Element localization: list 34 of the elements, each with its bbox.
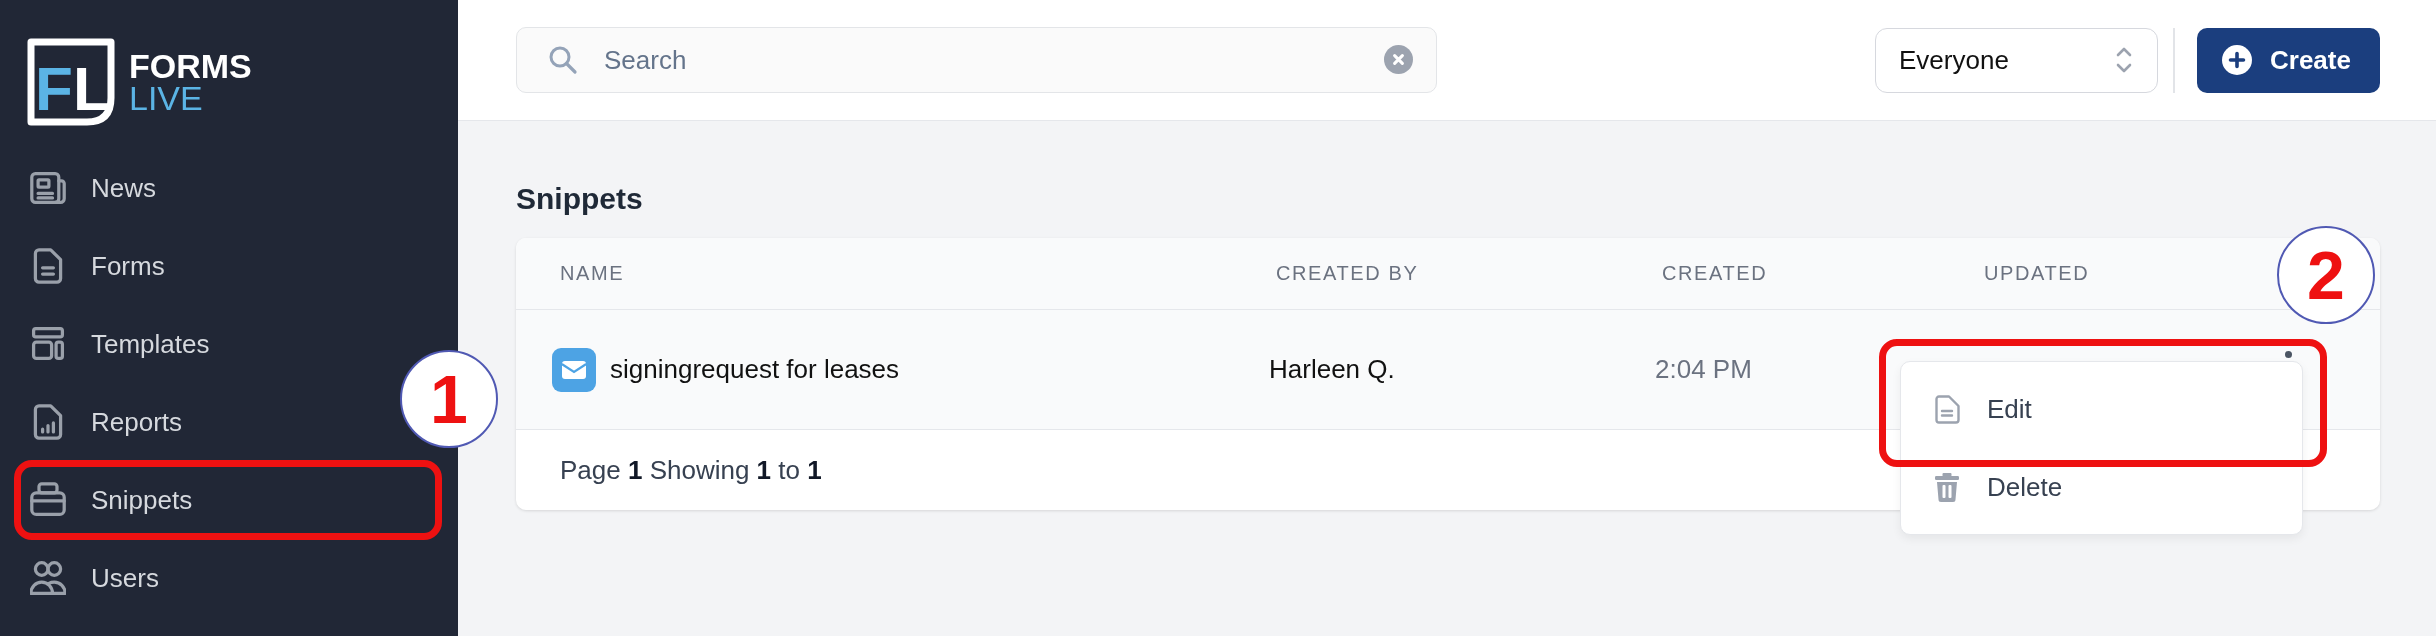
nav-item[interactable]: Reports bbox=[20, 396, 195, 448]
logo-subtitle: LIVE bbox=[129, 82, 204, 114]
table-cell: Harleen Q. bbox=[1269, 354, 1395, 385]
newspaper-icon bbox=[30, 170, 66, 206]
table-cell: signingrequest for leases bbox=[610, 354, 900, 385]
nav-item[interactable]: Users bbox=[20, 552, 171, 604]
column-header: CREATED BY bbox=[1276, 262, 1419, 285]
menu-item[interactable]: Edit bbox=[1901, 370, 2302, 448]
table-cell: 2:04 PM bbox=[1655, 354, 1752, 385]
dot-icon[interactable] bbox=[2285, 351, 2292, 358]
column-header: UPDATED bbox=[1984, 262, 2090, 285]
envelope-icon bbox=[552, 347, 596, 392]
plus-circle-icon bbox=[2222, 45, 2252, 75]
create-button[interactable]: Create bbox=[2197, 27, 2380, 93]
nav-item[interactable]: Templates bbox=[20, 318, 222, 370]
users-icon bbox=[30, 560, 66, 596]
document-icon bbox=[1934, 394, 1960, 424]
column-header: CREATED bbox=[1662, 262, 1768, 285]
logo-mark: FL bbox=[27, 38, 115, 126]
chevron-updown-icon bbox=[2116, 45, 2132, 75]
search-field[interactable]: Search bbox=[516, 27, 1437, 93]
pagination-text: Page 1 Showing 1 to 1 bbox=[560, 454, 822, 486]
logo-title: FORMS bbox=[129, 50, 252, 82]
nav-item[interactable]: News bbox=[20, 162, 168, 214]
menu-item[interactable]: Delete bbox=[1901, 448, 2302, 526]
trash-icon bbox=[1934, 472, 1960, 502]
briefcase-icon bbox=[30, 482, 66, 518]
nav-item[interactable]: Snippets bbox=[20, 474, 205, 526]
column-header: NAME bbox=[560, 262, 625, 285]
filter-select[interactable]: Everyone bbox=[1875, 27, 2158, 93]
layout-icon bbox=[30, 326, 66, 362]
nav-item[interactable]: Forms bbox=[20, 240, 177, 292]
search-icon bbox=[548, 45, 578, 75]
page-title: Snippets bbox=[516, 181, 644, 217]
